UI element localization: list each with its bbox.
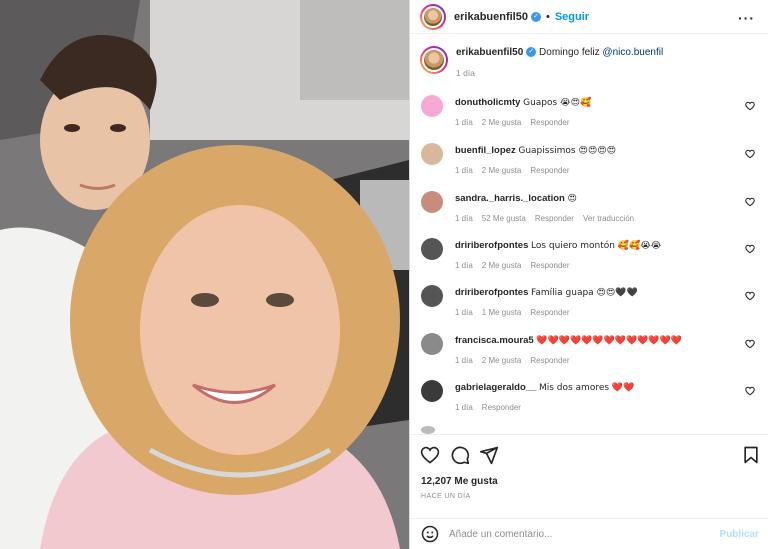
commenter-username[interactable]: dririberofpontes	[455, 240, 528, 251]
comment-time: 1 día	[455, 403, 473, 412]
selfie-photo-image	[0, 0, 409, 549]
comment-text: 😍	[567, 194, 577, 204]
comment-row: donutholicmty Guapos 😭😍🥰 1 día 2 Me gusta R…	[421, 95, 761, 129]
comment-likes[interactable]: 52 Me gusta	[482, 214, 526, 223]
likes-count[interactable]: 12,207 Me gusta	[421, 476, 498, 487]
verified-badge-icon: ✓	[526, 47, 537, 58]
comment-row: dririberofpontes Família guapa 😍😍🖤🖤 1 día…	[421, 285, 761, 319]
comment-likes[interactable]: 1 Me gusta	[482, 308, 522, 317]
save-bookmark-icon[interactable]	[741, 445, 761, 465]
post-details-panel: erikabuenfil50 ✓ • Seguir ··· erikabuenf…	[409, 0, 768, 549]
reply-button[interactable]: Responder	[535, 214, 574, 223]
commenter-username[interactable]: francisca.moura5	[455, 335, 534, 346]
comment-likes[interactable]: 2 Me gusta	[482, 261, 522, 270]
commenter-avatar[interactable]	[421, 143, 443, 165]
reply-button[interactable]: Responder	[530, 261, 569, 270]
comment-icon[interactable]	[450, 445, 470, 465]
comment-text: Los quiero montón 🥰🥰😭😭	[531, 241, 662, 251]
author-username[interactable]: erikabuenfil50	[454, 11, 528, 23]
commenter-username[interactable]: gabrielageraldo__	[455, 382, 536, 393]
commenter-username[interactable]: sandra._harris._location	[455, 193, 565, 204]
comment-time: 1 día	[455, 356, 473, 365]
comment-like-heart-icon[interactable]	[745, 244, 755, 254]
caption-time: 1 día	[456, 68, 475, 78]
comment-row: buenfil_lopez Guapissimos 😍😍😍😍 1 día 2 Me …	[421, 143, 761, 177]
reply-button[interactable]: Responder	[530, 356, 569, 365]
comment-time: 1 día	[455, 261, 473, 270]
partial-comment-avatar	[421, 426, 435, 434]
comment-row: gabrielageraldo__ Mis dos amores ❤️❤️ 1 d…	[421, 380, 761, 414]
reply-button[interactable]: Responder	[482, 403, 521, 412]
comment-like-heart-icon[interactable]	[745, 149, 755, 159]
commenter-username[interactable]: buenfil_lopez	[455, 145, 516, 156]
like-heart-icon[interactable]	[420, 445, 440, 465]
comment-text: Guapissimos 😍😍😍😍	[518, 146, 616, 156]
caption-mention-link[interactable]: @nico.buenfil	[602, 47, 663, 58]
comment-time: 1 día	[455, 214, 473, 223]
reply-button[interactable]: Responder	[530, 118, 569, 127]
post-time-ago: HACE UN DÍA	[421, 493, 471, 500]
action-bar: 12,207 Me gusta HACE UN DÍA	[410, 434, 768, 500]
follow-button[interactable]: Seguir	[555, 11, 589, 23]
commenter-username[interactable]: dririberofpontes	[455, 287, 528, 298]
comment-composer: Publicar	[410, 518, 768, 549]
verified-badge-icon: ✓	[530, 11, 541, 22]
comment-row: sandra._harris._location 😍 1 día 52 Me gus…	[421, 191, 761, 225]
comment-row: francisca.moura5 ❤️❤️❤️❤️❤️❤️❤️❤️❤️❤️❤️❤…	[421, 333, 761, 367]
author-avatar[interactable]	[420, 3, 446, 30]
commenter-avatar[interactable]	[421, 238, 443, 260]
commenter-avatar[interactable]	[421, 191, 443, 213]
separator-dot: •	[545, 10, 550, 23]
post-caption: erikabuenfil50 ✓ Domingo feliz @nico.buen…	[420, 46, 663, 80]
share-icon[interactable]	[479, 445, 499, 465]
reply-button[interactable]: Responder	[530, 308, 569, 317]
comment-row: dririberofpontes Los quiero montón 🥰🥰😭😭 1…	[421, 238, 761, 272]
commenter-avatar[interactable]	[421, 95, 443, 117]
smiley-icon[interactable]	[421, 525, 439, 543]
caption-avatar[interactable]	[420, 46, 448, 74]
comment-text: Mis dos amores ❤️❤️	[538, 383, 635, 393]
caption-username[interactable]: erikabuenfil50	[456, 47, 523, 58]
comment-like-heart-icon[interactable]	[745, 339, 755, 349]
caption-text: Domingo feliz	[539, 47, 600, 58]
comment-likes[interactable]: 2 Me gusta	[482, 166, 522, 175]
post-photo[interactable]	[0, 0, 409, 549]
publish-button[interactable]: Publicar	[720, 529, 759, 540]
commenter-avatar[interactable]	[421, 333, 443, 355]
comment-likes[interactable]: 2 Me gusta	[482, 356, 522, 365]
comment-like-heart-icon[interactable]	[745, 386, 755, 396]
reply-button[interactable]: Responder	[530, 166, 569, 175]
comment-time: 1 día	[455, 166, 473, 175]
comment-like-heart-icon[interactable]	[745, 197, 755, 207]
comment-text: ❤️❤️❤️❤️❤️❤️❤️❤️❤️❤️❤️❤️❤️	[536, 336, 683, 346]
comment-like-heart-icon[interactable]	[745, 291, 755, 301]
commenter-avatar[interactable]	[421, 380, 443, 402]
comment-time: 1 día	[455, 308, 473, 317]
commenter-avatar[interactable]	[421, 285, 443, 307]
post-header: erikabuenfil50 ✓ • Seguir ···	[410, 0, 768, 34]
comment-text: Guapos 😭😍🥰	[523, 98, 592, 108]
comment-like-heart-icon[interactable]	[745, 101, 755, 111]
comment-time: 1 día	[455, 118, 473, 127]
see-translation-link[interactable]: Ver traducción	[583, 214, 634, 223]
comment-input[interactable]	[449, 528, 709, 540]
comment-likes[interactable]: 2 Me gusta	[482, 118, 522, 127]
commenter-username[interactable]: donutholicmty	[455, 97, 520, 108]
more-options-icon[interactable]: ···	[738, 10, 755, 26]
comment-text: Família guapa 😍😍🖤🖤	[531, 288, 638, 298]
